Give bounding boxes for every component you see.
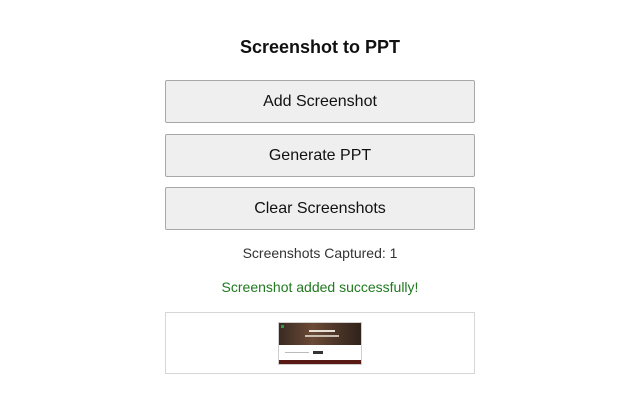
page-title: Screenshot to PPT: [239, 37, 401, 57]
thumbnail-logo-mark: [281, 325, 284, 328]
screenshot-thumbnail[interactable]: [278, 322, 362, 365]
generate-ppt-button[interactable]: Generate PPT: [165, 134, 475, 177]
thumbnail-button-mark: [313, 351, 323, 354]
status-message: Screenshot added successfully!: [221, 279, 419, 295]
thumbnail-footer-mark: [279, 360, 361, 364]
clear-screenshots-button[interactable]: Clear Screenshots: [165, 187, 475, 230]
thumbnail-subheading-mark: [305, 335, 339, 337]
screenshot-preview-list: [165, 312, 475, 374]
popup-window: Screenshot to PPT Add Screenshot Generat…: [0, 0, 640, 400]
thumbnail-hero-image: [279, 323, 361, 345]
thumbnail-heading-mark: [309, 330, 335, 332]
add-screenshot-button[interactable]: Add Screenshot: [165, 80, 475, 123]
screenshot-count: Screenshots Captured: 1: [242, 245, 398, 261]
thumbnail-text-mark: [285, 352, 309, 353]
